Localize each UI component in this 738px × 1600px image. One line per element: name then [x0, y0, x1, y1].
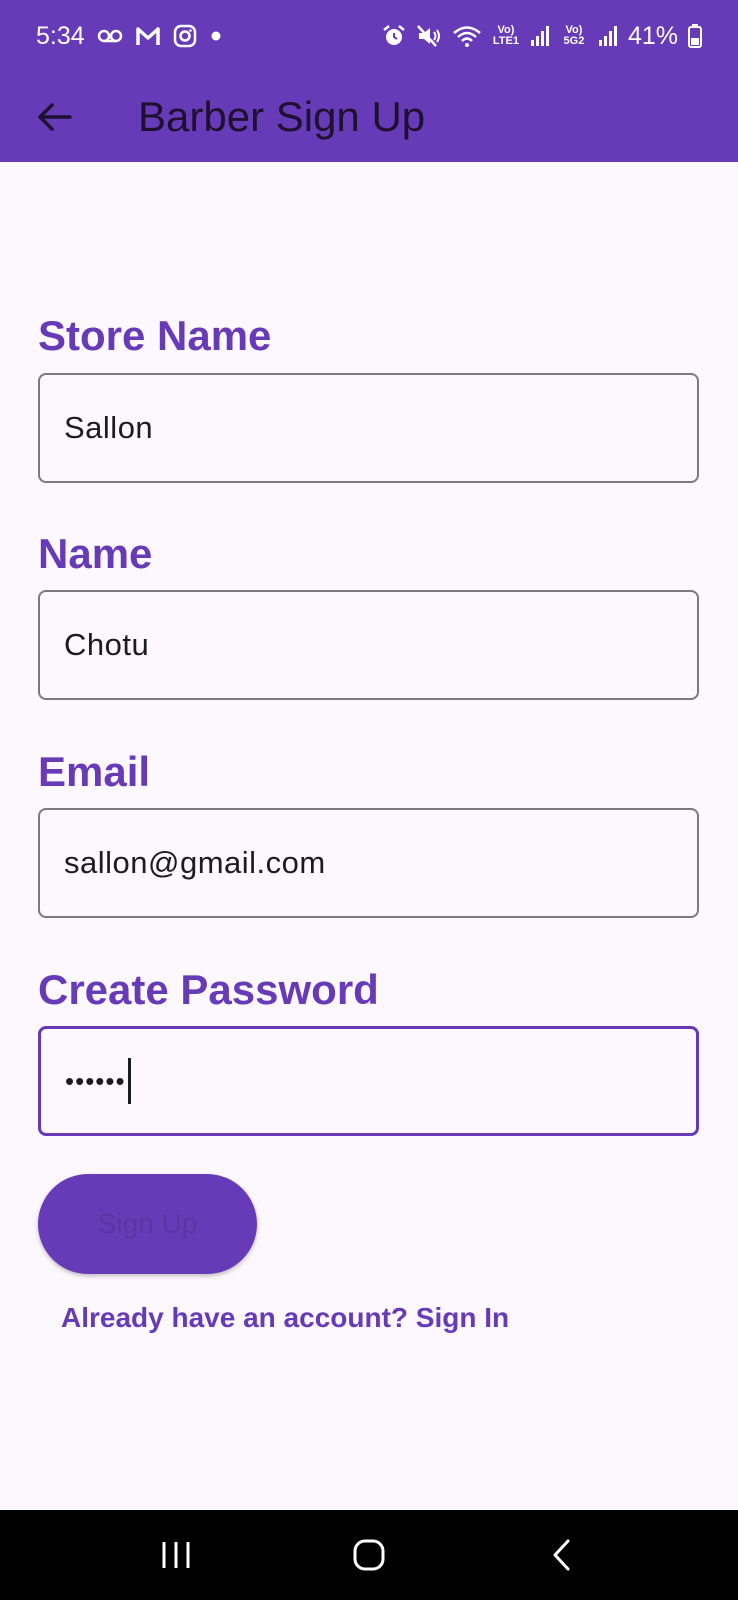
battery-percent: 41%	[627, 21, 678, 50]
page-title: Barber Sign Up	[138, 93, 426, 140]
5g-label: Vo) 5G2	[563, 24, 585, 47]
battery-icon	[688, 24, 702, 48]
status-time: 5:34	[36, 21, 85, 50]
store-name-field[interactable]	[38, 373, 699, 483]
recents-icon	[162, 1542, 190, 1568]
text-caret	[127, 1058, 131, 1104]
instagram-icon	[173, 24, 197, 48]
wifi-icon	[452, 24, 482, 48]
store-name-label: Store Name	[38, 312, 272, 359]
voicemail-icon	[97, 28, 123, 44]
dot-icon	[209, 29, 223, 43]
email-field[interactable]	[38, 808, 699, 918]
recents-button[interactable]	[136, 1515, 216, 1595]
mute-icon	[416, 24, 442, 48]
status-right: Vo) LTE1 Vo) 5G2 41%	[382, 22, 702, 51]
signup-screen: 5:34 Vo) LTE1 Vo) 5G2 41% Barber Sign Up…	[0, 0, 738, 1600]
signal-icon	[598, 25, 618, 47]
name-input[interactable]	[64, 627, 673, 663]
navigation-bar	[0, 1510, 738, 1600]
system-back-button[interactable]	[522, 1515, 602, 1595]
password-field[interactable]: ••••••	[38, 1026, 699, 1136]
gmail-icon	[135, 25, 161, 47]
back-button[interactable]	[22, 85, 86, 149]
back-icon	[553, 1539, 570, 1571]
lte-label: Vo) LTE1	[492, 24, 519, 47]
home-button[interactable]	[329, 1515, 409, 1595]
email-input[interactable]	[64, 845, 673, 881]
signal-icon	[530, 25, 550, 47]
sign-up-button[interactable]: Sign Up	[38, 1174, 257, 1274]
home-icon	[353, 1539, 385, 1571]
status-left: 5:34	[36, 22, 223, 51]
name-label: Name	[38, 530, 153, 577]
sign-in-link[interactable]: Already have an account? Sign In	[61, 1302, 509, 1334]
password-input[interactable]: ••••••	[65, 1066, 126, 1097]
app-bar: Barber Sign Up	[0, 72, 738, 162]
alarm-icon	[382, 24, 406, 48]
store-name-input[interactable]	[64, 410, 673, 446]
status-bar: 5:34 Vo) LTE1 Vo) 5G2 41%	[0, 0, 738, 72]
arrow-back-icon	[38, 103, 72, 131]
name-field[interactable]	[38, 590, 699, 700]
email-label: Email	[38, 748, 151, 795]
password-label: Create Password	[38, 966, 379, 1013]
